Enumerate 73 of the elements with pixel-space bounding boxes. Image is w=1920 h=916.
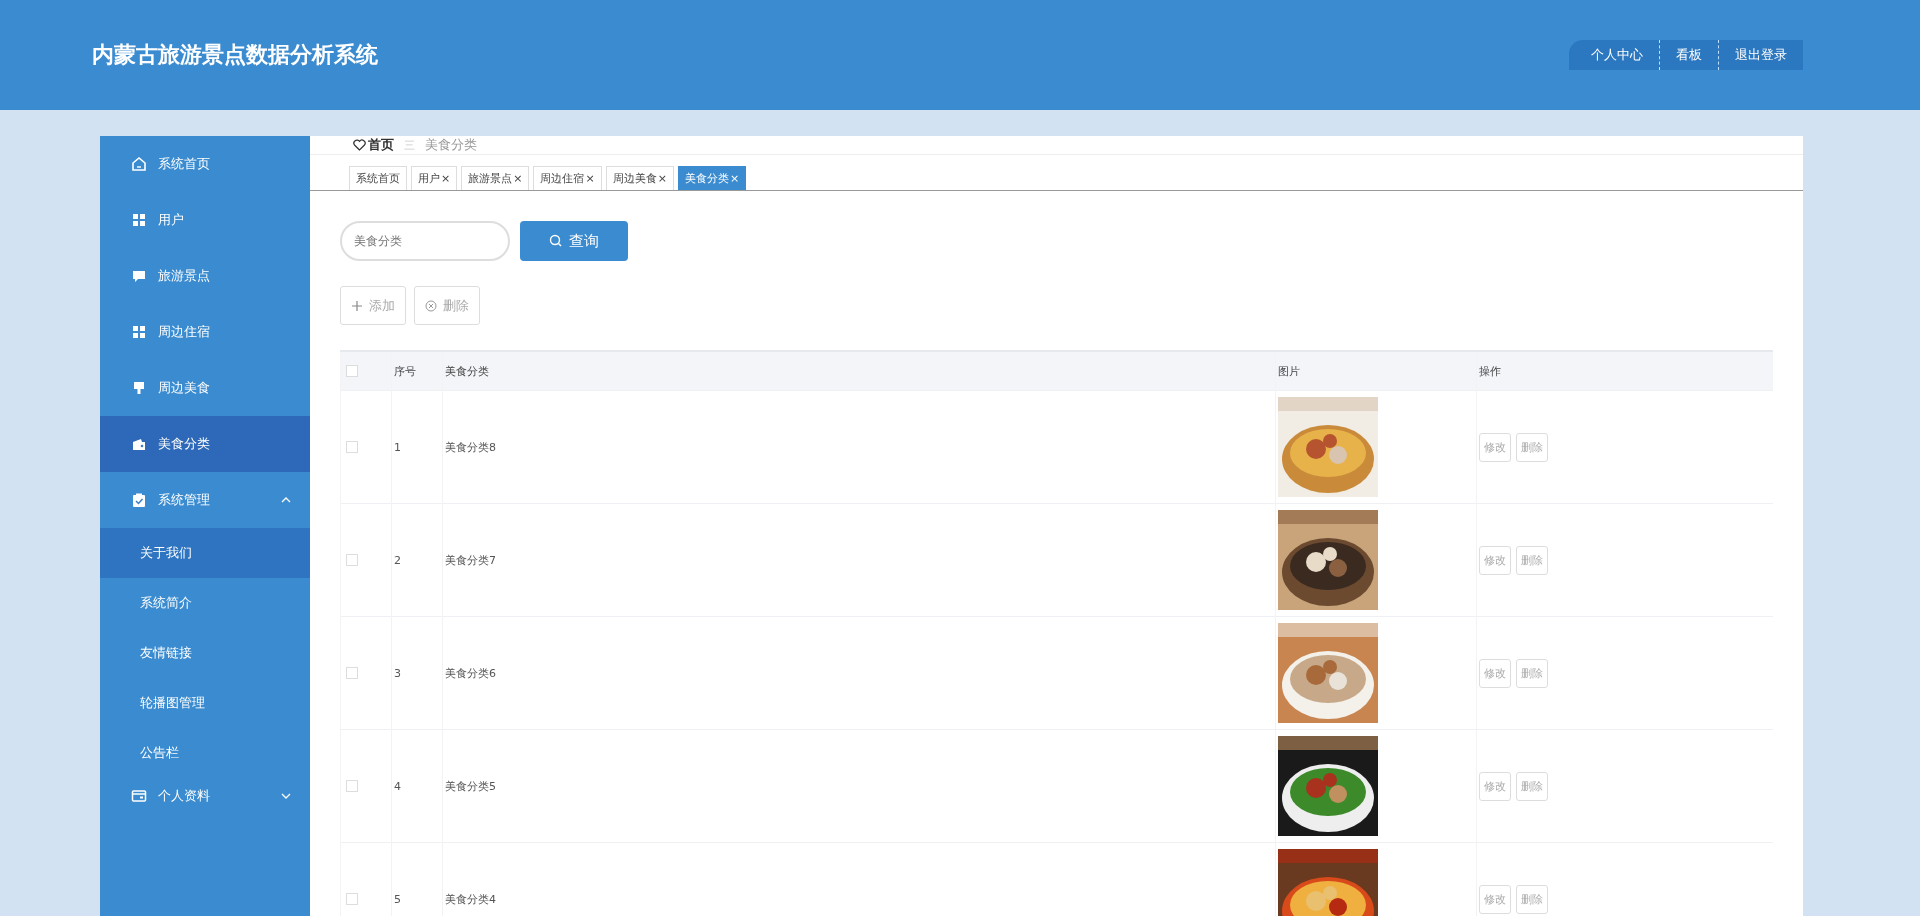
select-all-checkbox[interactable] — [346, 365, 358, 377]
nav-link[interactable]: 退出登录 — [1718, 40, 1803, 70]
close-icon[interactable]: × — [513, 172, 523, 185]
delete-button[interactable]: 删除 — [1516, 545, 1548, 575]
grid-icon — [130, 323, 148, 341]
sidebar-subitem[interactable]: 友情链接 — [100, 628, 310, 678]
table-cell: 美食分类7 — [442, 503, 1276, 617]
sidebar-item[interactable]: 个人资料 — [100, 778, 310, 814]
table-cell: 美食分类4 — [442, 842, 1276, 916]
grid-icon — [130, 211, 148, 229]
nav-link[interactable]: 个人中心 — [1575, 40, 1659, 70]
delete-button[interactable]: 删除 — [1516, 884, 1548, 914]
table-cell: 3 — [391, 616, 443, 730]
circle-x-icon — [425, 299, 437, 312]
table-cell: 美食分类6 — [442, 616, 1276, 730]
sidebar-item[interactable]: 旅游景点 — [100, 248, 310, 304]
edit-button[interactable]: 修改 — [1479, 884, 1511, 914]
tab[interactable]: 美食分类× — [677, 166, 747, 190]
table-cell: 4 — [391, 729, 443, 843]
table-cell: 美食分类5 — [442, 729, 1276, 843]
tab[interactable]: 旅游景点× — [461, 166, 530, 190]
sidebar-subitem[interactable]: 公告栏 — [100, 728, 310, 778]
table-cell: 5 — [391, 842, 443, 916]
sidebar-subitem[interactable]: 关于我们 — [100, 528, 310, 578]
sidebar-item[interactable]: 美食分类 — [100, 416, 310, 472]
edit-button[interactable]: 修改 — [1479, 545, 1511, 575]
delete-button[interactable]: 删除 — [1516, 658, 1548, 688]
card-icon — [130, 787, 148, 805]
table-cell: 1 — [391, 390, 443, 504]
clipboard-check-icon — [130, 491, 148, 509]
row-checkbox[interactable] — [346, 441, 358, 453]
app-title: 内蒙古旅游景点数据分析系统 — [92, 41, 379, 69]
close-icon[interactable]: × — [441, 172, 451, 185]
row-checkbox[interactable] — [346, 893, 358, 905]
search-button[interactable]: 查询 — [520, 221, 628, 261]
breadcrumb-home[interactable]: 首页 — [353, 136, 394, 154]
search-icon — [549, 234, 563, 248]
sidebar-subitem[interactable]: 轮播图管理 — [100, 678, 310, 728]
column-header: 图片 — [1275, 351, 1477, 391]
close-icon[interactable]: × — [585, 172, 595, 185]
row-checkbox[interactable] — [346, 667, 358, 679]
plus-icon — [351, 299, 363, 312]
tab[interactable]: 周边美食× — [605, 166, 674, 190]
breadcrumb-current: 美食分类 — [425, 136, 477, 154]
edit-button[interactable]: 修改 — [1479, 658, 1511, 688]
tab[interactable]: 系统首页 — [349, 166, 407, 190]
table-cell: 2 — [391, 503, 443, 617]
close-icon[interactable]: × — [657, 172, 667, 185]
sidebar-item[interactable]: 系统首页 — [100, 136, 310, 192]
heart-icon — [353, 139, 366, 151]
sidebar-item[interactable]: 周边住宿 — [100, 304, 310, 360]
column-header: 美食分类 — [442, 351, 1276, 391]
sidebar-item[interactable]: 系统管理 — [100, 472, 310, 528]
nav-link[interactable]: 看板 — [1659, 40, 1718, 70]
delete-button[interactable]: 删除 — [1516, 432, 1548, 462]
row-checkbox[interactable] — [346, 554, 358, 566]
delete-button[interactable]: 删除 — [1516, 771, 1548, 801]
sidebar-subitem[interactable]: 系统简介 — [100, 578, 310, 628]
tab[interactable]: 用户× — [411, 166, 458, 190]
row-checkbox[interactable] — [346, 780, 358, 792]
column-header: 序号 — [391, 351, 443, 391]
close-icon[interactable]: × — [729, 172, 740, 185]
add-button[interactable]: 添加 — [340, 286, 406, 325]
edit-button[interactable]: 修改 — [1479, 771, 1511, 801]
tab[interactable]: 周边住宿× — [533, 166, 602, 190]
delete-button[interactable]: 删除 — [414, 286, 480, 325]
sidebar-item[interactable]: 用户 — [100, 192, 310, 248]
column-header: 操作 — [1476, 351, 1773, 391]
edit-button[interactable]: 修改 — [1479, 432, 1511, 462]
table-cell: 美食分类8 — [442, 390, 1276, 504]
home-icon — [130, 155, 148, 173]
sidebar-item[interactable]: 周边美食 — [100, 360, 310, 416]
search-field[interactable]: 美食分类 — [340, 221, 510, 261]
